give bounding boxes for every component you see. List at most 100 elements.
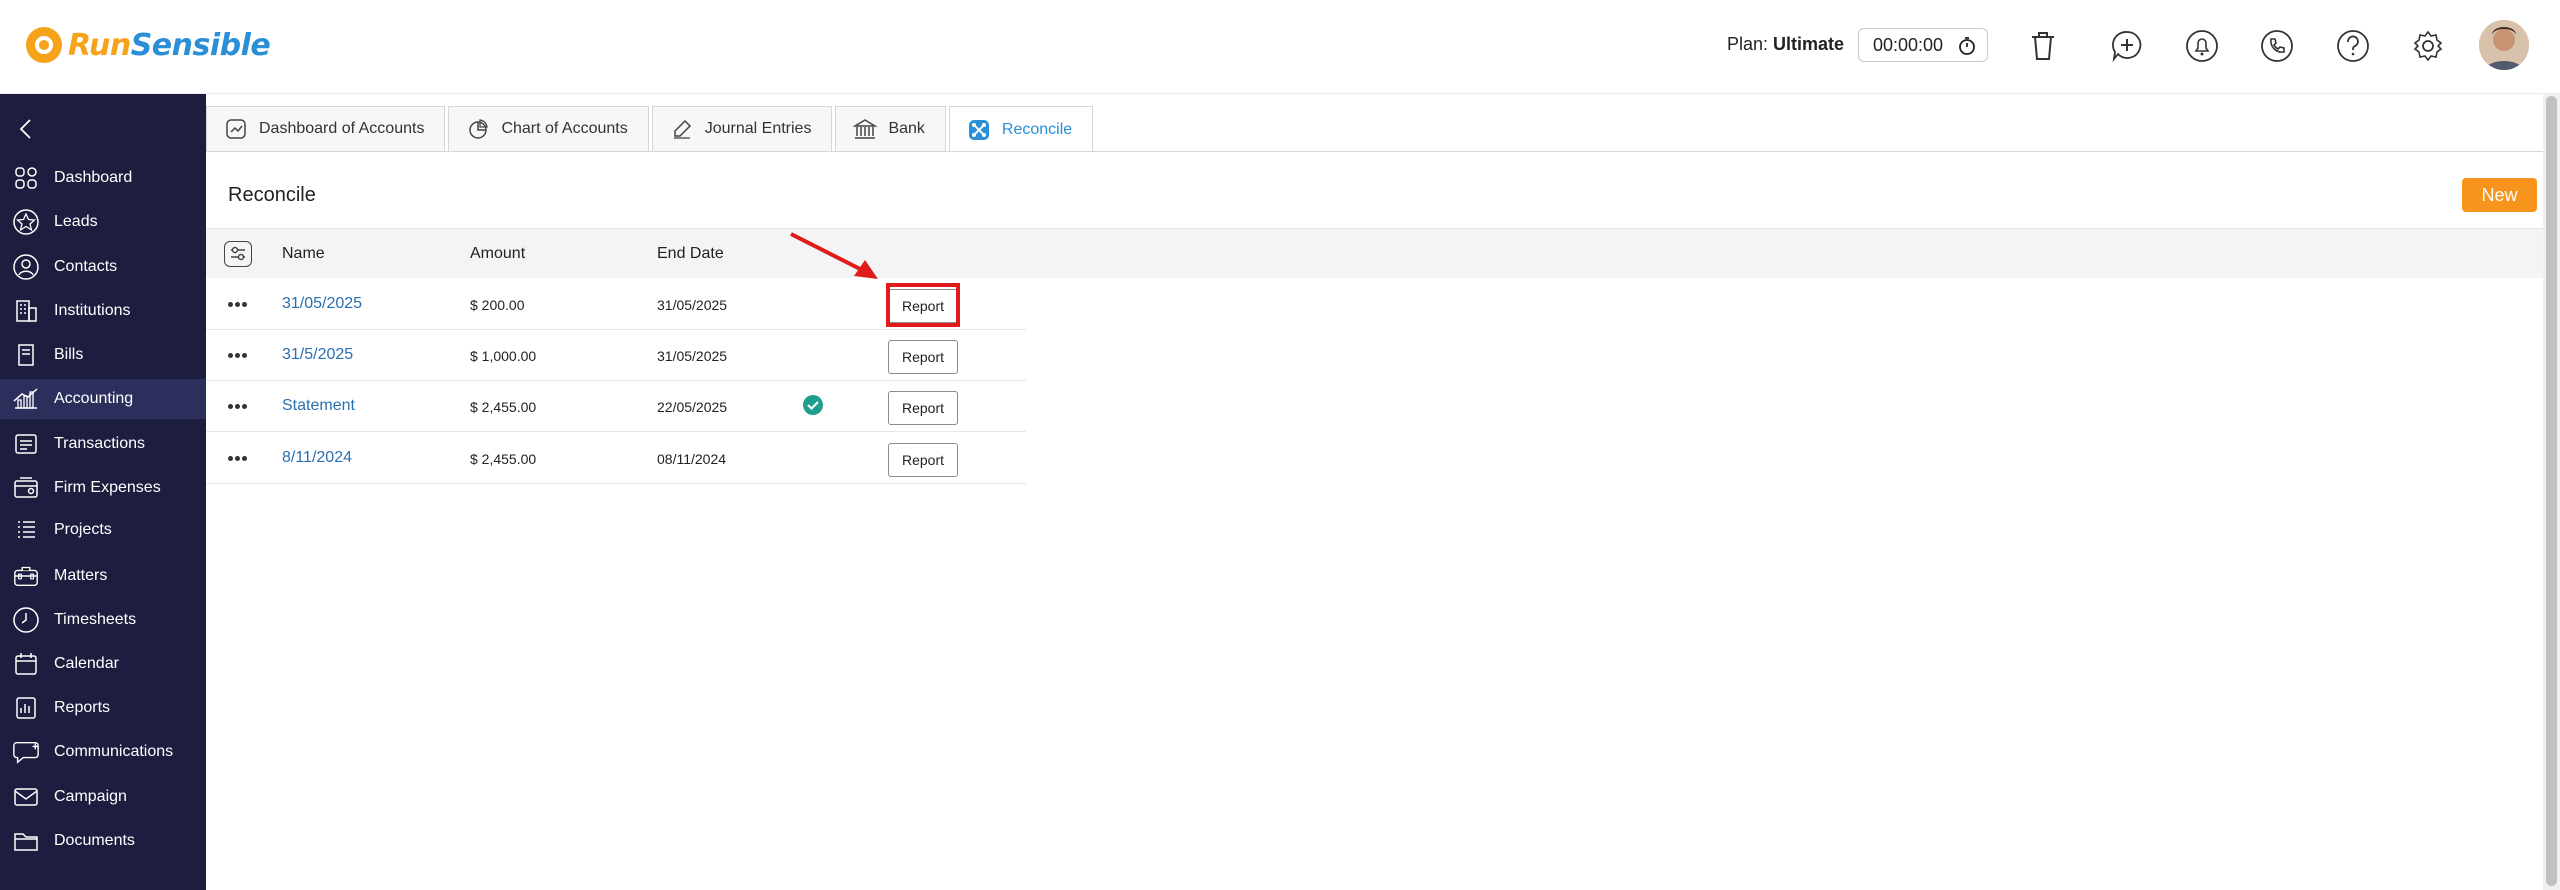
sidebar-item-label: Reports bbox=[54, 699, 111, 716]
sidebar-item-label: Documents bbox=[54, 832, 135, 849]
runsensible-logo[interactable]: RunSensible bbox=[26, 24, 271, 66]
sidebar-item-label: Firm Expenses bbox=[54, 479, 161, 496]
reconcile-name-link[interactable]: 8/11/2024 bbox=[282, 449, 352, 467]
bill-icon bbox=[12, 341, 40, 369]
collapse-sidebar-icon[interactable] bbox=[14, 114, 38, 144]
sidebar-item-timesheets[interactable]: Timesheets bbox=[0, 600, 206, 640]
tab-reconcile[interactable]: Reconcile bbox=[948, 106, 1094, 152]
reconcile-name-link[interactable]: Statement bbox=[282, 397, 355, 415]
sidebar-item-leads[interactable]: Leads bbox=[0, 202, 206, 242]
trash-icon[interactable] bbox=[2023, 26, 2063, 66]
sidebar-item-transactions[interactable]: Transactions bbox=[0, 424, 206, 464]
amount-cell: $ 1,000.00 bbox=[470, 348, 537, 364]
user-avatar[interactable] bbox=[2479, 20, 2529, 70]
sidebar-item-reports[interactable]: Reports bbox=[0, 688, 206, 728]
table-header: Name Amount End Date bbox=[206, 228, 2543, 278]
sidebar-item-label: Matters bbox=[54, 567, 108, 584]
transactions-icon bbox=[12, 430, 40, 458]
row-actions-menu-icon[interactable] bbox=[228, 353, 248, 359]
timer-display[interactable]: 00:00:00 bbox=[1858, 28, 1988, 62]
sidebar-item-label: Institutions bbox=[54, 302, 131, 319]
add-icon[interactable] bbox=[2107, 26, 2147, 66]
sidebar-item-label: Leads bbox=[54, 213, 98, 230]
tab-divider bbox=[206, 151, 2560, 152]
report-button[interactable]: Report bbox=[888, 340, 958, 374]
plan-label: Plan: bbox=[1727, 34, 1769, 54]
end-date-cell: 31/05/2025 bbox=[657, 348, 728, 364]
gear-icon[interactable] bbox=[2408, 26, 2448, 66]
report-button[interactable]: Report bbox=[888, 391, 958, 425]
reconcile-name-link[interactable]: 31/5/2025 bbox=[282, 346, 353, 364]
plan-value: Ultimate bbox=[1773, 34, 1845, 54]
calendar-icon bbox=[12, 650, 40, 678]
logo-mark-icon bbox=[26, 27, 62, 63]
star-icon bbox=[12, 208, 40, 236]
sidebar-item-firm-expenses[interactable]: Firm Expenses bbox=[0, 468, 206, 508]
sidebar-item-matters[interactable]: Matters bbox=[0, 556, 206, 596]
stopwatch-icon[interactable] bbox=[1957, 36, 1977, 61]
reconcile-icon bbox=[966, 117, 992, 143]
edit-icon bbox=[669, 116, 695, 142]
accounting-icon bbox=[12, 385, 40, 413]
sidebar-item-contacts[interactable]: Contacts bbox=[0, 247, 206, 287]
sidebar-item-communications[interactable]: Communications bbox=[0, 732, 206, 772]
reports-icon bbox=[12, 694, 40, 722]
reconcile-name-link[interactable]: 31/05/2025 bbox=[282, 295, 362, 313]
tab-label: Journal Entries bbox=[704, 120, 812, 137]
clock-icon bbox=[12, 606, 40, 634]
tab-journal-entries[interactable]: Journal Entries bbox=[651, 106, 833, 151]
sidebar-item-institutions[interactable]: Institutions bbox=[0, 291, 206, 331]
sidebar-item-label: Dashboard bbox=[54, 169, 133, 186]
sidebar-item-campaign[interactable]: Campaign bbox=[0, 777, 206, 817]
row-actions-menu-icon[interactable] bbox=[228, 456, 248, 462]
logo-text-sensible: Sensible bbox=[130, 27, 271, 63]
phone-icon[interactable] bbox=[2257, 26, 2297, 66]
building-icon bbox=[12, 297, 40, 325]
expenses-icon bbox=[12, 474, 40, 502]
reconciled-check-icon bbox=[803, 395, 823, 415]
bank-icon bbox=[852, 116, 878, 142]
tab-label: Bank bbox=[888, 120, 925, 137]
table-row: 31/5/2025 $ 1,000.00 31/05/2025 Report bbox=[206, 330, 1026, 381]
end-date-cell: 08/11/2024 bbox=[657, 451, 727, 467]
tab-bank[interactable]: Bank bbox=[835, 106, 946, 151]
sidebar-item-documents[interactable]: Documents bbox=[0, 821, 206, 861]
sidebar-item-label: Accounting bbox=[54, 390, 134, 407]
table-row: Statement $ 2,455.00 22/05/2025 Report bbox=[206, 381, 1026, 432]
sidebar-item-dashboard[interactable]: Dashboard bbox=[0, 158, 206, 198]
sidebar-item-accounting[interactable]: Accounting bbox=[0, 379, 206, 419]
tab-chart-of-accounts[interactable]: Chart of Accounts bbox=[448, 106, 649, 151]
plan-indicator: Plan: Ultimate bbox=[1727, 34, 1844, 55]
sidebar-item-label: Bills bbox=[54, 346, 84, 363]
tab-label: Chart of Accounts bbox=[501, 120, 628, 137]
column-header-name[interactable]: Name bbox=[282, 245, 325, 263]
amount-cell: $ 2,455.00 bbox=[470, 451, 537, 467]
sidebar-item-label: Campaign bbox=[54, 788, 127, 805]
end-date-cell: 22/05/2025 bbox=[657, 399, 728, 415]
row-actions-menu-icon[interactable] bbox=[228, 302, 248, 308]
accounting-tabs: Dashboard of Accounts Chart of Accounts Jo… bbox=[206, 106, 1096, 152]
sidebar-item-bills[interactable]: Bills bbox=[0, 335, 206, 375]
dashboard-icon bbox=[12, 164, 40, 192]
tab-dashboard-of-accounts[interactable]: Dashboard of Accounts bbox=[206, 106, 446, 151]
sidebar-item-projects[interactable]: Projects bbox=[0, 510, 206, 550]
new-button[interactable]: New bbox=[2462, 178, 2537, 212]
page-title: Reconcile bbox=[228, 184, 316, 206]
scrollbar-thumb[interactable] bbox=[2546, 96, 2557, 886]
column-header-end-date[interactable]: End Date bbox=[657, 245, 724, 263]
row-actions-menu-icon[interactable] bbox=[228, 404, 248, 410]
table-row: 8/11/2024 $ 2,455.00 08/11/2024 Report bbox=[206, 433, 1026, 484]
bell-icon[interactable] bbox=[2182, 26, 2222, 66]
chat-icon bbox=[12, 738, 40, 766]
logo-text-run: Run bbox=[68, 27, 131, 63]
amount-cell: $ 2,455.00 bbox=[470, 399, 537, 415]
sidebar-item-label: Projects bbox=[54, 521, 112, 538]
report-button[interactable]: Report bbox=[888, 443, 958, 477]
help-icon[interactable] bbox=[2333, 26, 2373, 66]
projects-icon bbox=[12, 516, 40, 544]
user-icon bbox=[12, 253, 40, 281]
folder-icon bbox=[12, 827, 40, 855]
sidebar-item-calendar[interactable]: Calendar bbox=[0, 644, 206, 684]
column-settings-icon[interactable] bbox=[224, 241, 252, 267]
column-header-amount[interactable]: Amount bbox=[470, 245, 525, 263]
